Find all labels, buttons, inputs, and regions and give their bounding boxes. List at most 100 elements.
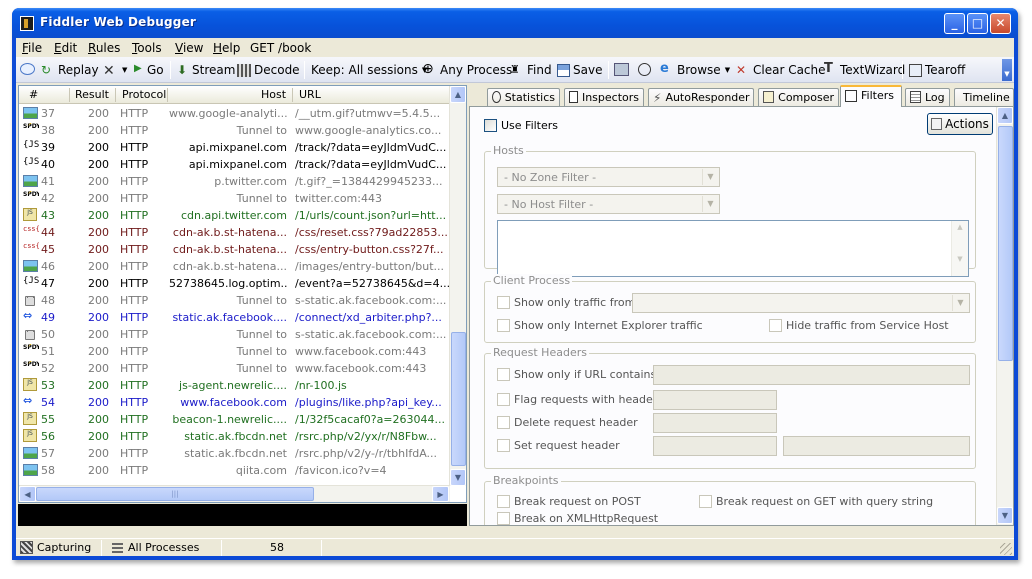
scroll-right-icon[interactable]: ▶ (432, 486, 449, 502)
keep-sessions-dropdown[interactable]: Keep: All sessions ▼ (311, 63, 427, 77)
table-row[interactable]: JS 55 200 HTTP beacon-1.newrelic.... /1/32f5c… (19, 411, 450, 428)
scroll-down-icon[interactable]: ▼ (997, 507, 1013, 524)
table-row[interactable]: 58 200 HTTP qiita.com/favicon.ico?v=4 (19, 462, 450, 479)
table-row[interactable]: 57 200 HTTP static.ak.fbcdn.net/rsrc.php/v2… (19, 445, 450, 462)
table-row[interactable]: 41 200 HTTP p.twitter.com/t.gif?_=138442994… (19, 173, 450, 190)
show-only-ie-checkbox[interactable] (497, 319, 510, 332)
table-row[interactable]: ⇔ 49 200 HTTP static.ak.facebook.... /connect… (19, 309, 450, 326)
stream-button[interactable]: ⬇ Stream (177, 63, 235, 77)
capturing-status[interactable]: Capturing (20, 541, 91, 554)
table-row[interactable]: 48 200 HTTP Tunnel to s-static.ak.facebook.c… (19, 292, 450, 309)
toolbar-overflow-icon[interactable]: ▼ (1002, 59, 1012, 81)
use-filters-checkbox[interactable] (484, 119, 497, 132)
table-row[interactable]: JS 56 200 HTTP static.ak.fbcdn.net/rsrc.php/… (19, 428, 450, 445)
table-row[interactable]: JS 43 200 HTTP cdn.api.twitter.com/1/urls/co… (19, 207, 450, 224)
tab-statistics[interactable]: Statistics (487, 88, 560, 107)
tab-autoresponder[interactable]: ⚡ AutoResponder (648, 88, 754, 107)
delete-header-input[interactable] (653, 413, 777, 433)
screenshot-button[interactable] (614, 63, 632, 76)
title-bar[interactable]: Fiddler Web Debugger _ □ ✕ (12, 8, 1018, 38)
scroll-up-icon[interactable]: ▲ (450, 86, 466, 103)
tearoff-button[interactable]: Tearoff (909, 63, 965, 77)
remove-button[interactable]: ✕ ▼ (103, 63, 127, 79)
decode-button[interactable]: Decode (237, 63, 300, 77)
menu-get-book[interactable]: GET /book (250, 41, 311, 55)
comment-button[interactable] (20, 63, 38, 75)
sessions-list[interactable]: # Result Protocol Host URL 37 200 HTTP www.… (18, 85, 467, 503)
minimize-button[interactable]: _ (944, 13, 965, 34)
table-row[interactable]: SPDY38 200 HTTP Tunnel to www.google-analyti… (19, 122, 450, 139)
column-num[interactable]: # (29, 88, 38, 101)
tab-filters[interactable]: Filters (840, 85, 902, 107)
table-row[interactable]: {JS}39 200 HTTP api.mixpanel.com/track/?dat… (19, 139, 450, 156)
go-button[interactable]: ▶ Go (134, 63, 164, 77)
scroll-down-icon[interactable]: ▼ (450, 469, 466, 486)
any-process-button[interactable]: ⊕ Any Process (422, 61, 512, 77)
table-row[interactable]: 50 200 HTTP Tunnel to s-static.ak.facebook.c… (19, 326, 450, 343)
table-row[interactable]: SPDY52 200 HTTP Tunnel to www.facebook.com:4… (19, 360, 450, 377)
column-protocol[interactable]: Protocol (122, 88, 166, 101)
flag-header-checkbox[interactable] (497, 393, 510, 406)
timer-button[interactable] (638, 63, 654, 76)
set-header-name-input[interactable] (653, 436, 777, 456)
set-header-checkbox[interactable] (497, 439, 510, 452)
url-contains-input[interactable] (653, 365, 970, 385)
close-button[interactable]: ✕ (990, 13, 1011, 34)
hosts-textarea[interactable]: ▲ ▼ (497, 220, 969, 277)
scrollbar-thumb[interactable] (998, 126, 1013, 361)
menu-file[interactable]: File (22, 41, 42, 55)
process-filter-status[interactable]: All Processes (112, 541, 199, 554)
url-contains-checkbox[interactable] (497, 368, 510, 381)
menu-edit[interactable]: Edit (54, 41, 77, 55)
hosts-textarea-scrollbar[interactable]: ▲ ▼ (951, 221, 968, 276)
replay-button[interactable]: ↻ Replay (41, 63, 99, 77)
textwizard-button[interactable]: T TextWizard (824, 61, 905, 77)
table-row[interactable]: css{45 200 HTTP cdn-ak.b.st-hatena... /css/e… (19, 241, 450, 258)
menu-view[interactable]: View (175, 41, 203, 55)
tab-inspectors[interactable]: Inspectors (564, 88, 644, 107)
quickexec-command-box[interactable] (18, 504, 467, 526)
table-row[interactable]: {JS}40 200 HTTP api.mixpanel.com/track/?dat… (19, 156, 450, 173)
break-post-checkbox[interactable] (497, 495, 510, 508)
clear-cache-button[interactable]: ✕ Clear Cache (736, 63, 826, 77)
table-row[interactable]: ⇔ 54 200 HTTP www.facebook.com/plugins/like.… (19, 394, 450, 411)
column-host[interactable]: Host (261, 88, 286, 101)
sessions-vertical-scrollbar[interactable]: ▲ ▼ (449, 86, 466, 486)
table-row[interactable]: css{44 200 HTTP cdn-ak.b.st-hatena... /css/r… (19, 224, 450, 241)
table-row[interactable]: 46 200 HTTP cdn-ak.b.st-hatena... /images/en… (19, 258, 450, 275)
scroll-up-icon[interactable]: ▲ (952, 223, 968, 231)
resize-grip-icon[interactable] (1000, 543, 1012, 555)
tab-log[interactable]: Log (905, 88, 950, 107)
show-only-traffic-from-checkbox[interactable] (497, 296, 510, 309)
table-row[interactable]: JS 53 200 HTTP js-agent.newrelic.... /nr-100.… (19, 377, 450, 394)
table-row[interactable]: 37 200 HTTP www.google-analyti... /__utm.gif… (19, 105, 450, 122)
scroll-left-icon[interactable]: ◀ (19, 486, 36, 502)
browse-button[interactable]: e Browse ▼ (660, 61, 730, 77)
sessions-horizontal-scrollbar[interactable]: ◀ ||| ▶ (19, 485, 450, 502)
actions-button[interactable]: Actions (927, 113, 993, 135)
break-get-query-checkbox[interactable] (699, 495, 712, 508)
table-row[interactable]: SPDY51 200 HTTP Tunnel to www.facebook.com:4… (19, 343, 450, 360)
save-button[interactable]: Save (557, 63, 602, 77)
maximize-button[interactable]: □ (967, 13, 988, 34)
tab-composer[interactable]: Composer (758, 88, 839, 107)
table-row[interactable]: SPDY42 200 HTTP Tunnel to twitter.com:443 (19, 190, 450, 207)
filters-vertical-scrollbar[interactable]: ▲ ▼ (996, 107, 1013, 525)
scrollbar-thumb[interactable] (451, 332, 466, 466)
scroll-down-icon[interactable]: ▼ (952, 255, 968, 263)
find-button[interactable]: ♜ Find (510, 63, 552, 77)
flag-header-input[interactable] (653, 390, 777, 410)
process-select[interactable]: ▼ (632, 293, 970, 313)
scroll-up-icon[interactable]: ▲ (997, 107, 1013, 124)
menu-rules[interactable]: Rules (88, 41, 120, 55)
zone-filter-select[interactable]: - No Zone Filter - ▼ (497, 167, 720, 187)
hide-service-host-checkbox[interactable] (769, 319, 782, 332)
scrollbar-thumb[interactable]: ||| (36, 487, 314, 501)
break-xhr-checkbox[interactable] (497, 512, 510, 525)
column-result[interactable]: Result (75, 88, 109, 101)
menu-help[interactable]: Help (213, 41, 240, 55)
tab-timeline[interactable]: Timeline (954, 88, 1014, 107)
table-row[interactable]: {JS}47 200 HTTP 52738645.log.optim... /event… (19, 275, 450, 292)
column-url[interactable]: URL (299, 88, 321, 101)
delete-header-checkbox[interactable] (497, 416, 510, 429)
